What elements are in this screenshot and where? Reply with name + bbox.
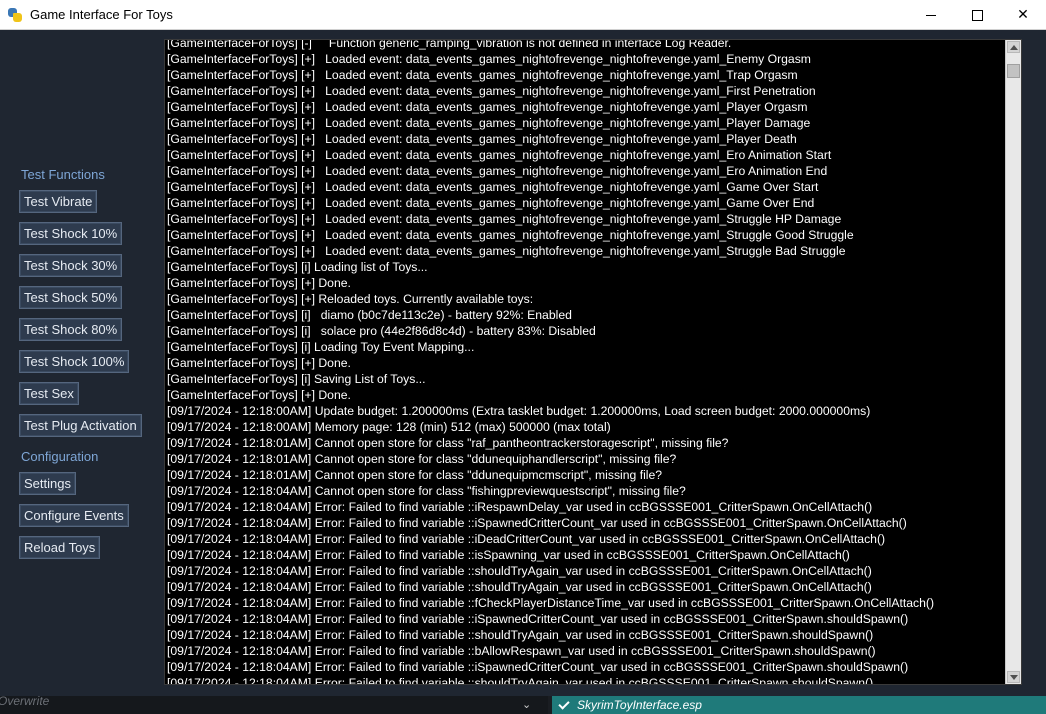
log-line: [GameInterfaceForToys] [+] Loaded event:… xyxy=(167,196,815,210)
log-line: [GameInterfaceForToys] [+] Loaded event:… xyxy=(167,84,816,98)
log-line: [09/17/2024 - 12:18:04AM] Error: Failed … xyxy=(167,516,907,530)
log-line: [GameInterfaceForToys] [+] Done. xyxy=(167,356,351,370)
background-panel: Overwrite xyxy=(0,694,548,714)
test-plug-activation-button[interactable]: Test Plug Activation xyxy=(19,414,142,437)
python-app-icon xyxy=(8,7,22,22)
close-button[interactable]: ✕ xyxy=(1000,0,1046,30)
test-shock-100-button[interactable]: Test Shock 100% xyxy=(19,350,130,373)
scroll-thumb[interactable] xyxy=(1007,64,1020,78)
log-lines: [GameInterfaceForToys] [-] Function gene… xyxy=(167,39,1003,685)
checkmark-icon xyxy=(558,700,569,711)
log-line: [09/17/2024 - 12:18:01AM] Cannot open st… xyxy=(167,452,677,466)
log-line: [GameInterfaceForToys] [+] Done. xyxy=(167,388,351,402)
log-line: [GameInterfaceForToys] [+] Loaded event:… xyxy=(167,52,811,66)
vertical-scrollbar[interactable] xyxy=(1005,40,1021,684)
log-line: [09/17/2024 - 12:18:04AM] Error: Failed … xyxy=(167,612,909,626)
window-controls: ✕ xyxy=(908,0,1046,30)
log-line: [GameInterfaceForToys] [+] Loaded event:… xyxy=(167,244,846,258)
test-shock-10-button[interactable]: Test Shock 10% xyxy=(19,222,123,245)
log-line: [GameInterfaceForToys] [i] diamo (b0c7de… xyxy=(167,308,572,322)
scroll-down-button[interactable] xyxy=(1007,671,1020,683)
log-line: [09/17/2024 - 12:18:04AM] Error: Failed … xyxy=(167,596,935,610)
background-app-strip: Overwrite ⌄ SkyrimToyInterface.esp xyxy=(0,694,1046,714)
window-title: Game Interface For Toys xyxy=(30,7,173,22)
plugin-file-name: SkyrimToyInterface.esp xyxy=(577,698,702,712)
chevron-down-icon[interactable]: ⌄ xyxy=(522,699,532,710)
log-line: [GameInterfaceForToys] [i] Loading Toy E… xyxy=(167,340,475,354)
log-line: [GameInterfaceForToys] [+] Done. xyxy=(167,276,351,290)
log-line: [GameInterfaceForToys] [+] Loaded event:… xyxy=(167,116,811,130)
arrow-down-icon xyxy=(1009,674,1018,680)
arrow-up-icon xyxy=(1009,44,1018,50)
log-console[interactable]: [GameInterfaceForToys] [-] Function gene… xyxy=(164,39,1022,685)
title-bar[interactable]: Game Interface For Toys ✕ xyxy=(0,0,1046,30)
minimize-icon xyxy=(926,14,936,16)
log-line: [GameInterfaceForToys] [i] Saving List o… xyxy=(167,372,426,386)
settings-button[interactable]: Settings xyxy=(19,472,76,495)
log-line: [GameInterfaceForToys] [-] Function gene… xyxy=(167,39,732,50)
sidebar: Test Functions Test Vibrate Test Shock 1… xyxy=(0,30,160,696)
minimize-button[interactable] xyxy=(908,0,954,30)
test-functions-label: Test Functions xyxy=(21,167,105,182)
log-line: [GameInterfaceForToys] [+] Loaded event:… xyxy=(167,148,832,162)
log-line: [GameInterfaceForToys] [+] Loaded event:… xyxy=(167,164,828,178)
configure-events-button[interactable]: Configure Events xyxy=(19,504,129,527)
log-line: [GameInterfaceForToys] [+] Loaded event:… xyxy=(167,132,797,146)
scroll-up-button[interactable] xyxy=(1007,41,1020,53)
log-line: [09/17/2024 - 12:18:04AM] Error: Failed … xyxy=(167,580,872,594)
log-line: [GameInterfaceForToys] [i] Loading list … xyxy=(167,260,428,274)
log-line: [09/17/2024 - 12:18:01AM] Cannot open st… xyxy=(167,436,729,450)
maximize-icon xyxy=(971,9,983,21)
reload-toys-button[interactable]: Reload Toys xyxy=(19,536,101,559)
log-line: [09/17/2024 - 12:18:00AM] Memory page: 1… xyxy=(167,420,611,434)
test-sex-button[interactable]: Test Sex xyxy=(19,382,79,405)
log-line: [09/17/2024 - 12:18:04AM] Error: Failed … xyxy=(167,532,886,546)
log-line: [GameInterfaceForToys] [i] solace pro (4… xyxy=(167,324,596,338)
configuration-label: Configuration xyxy=(21,449,99,464)
log-line: [09/17/2024 - 12:18:01AM] Cannot open st… xyxy=(167,468,663,482)
log-line: [09/17/2024 - 12:18:04AM] Error: Failed … xyxy=(167,644,876,658)
log-line: [09/17/2024 - 12:18:04AM] Error: Failed … xyxy=(167,628,874,642)
log-line: [09/17/2024 - 12:18:04AM] Error: Failed … xyxy=(167,564,872,578)
test-shock-30-button[interactable]: Test Shock 30% xyxy=(19,254,123,277)
log-line: [09/17/2024 - 12:18:04AM] Error: Failed … xyxy=(167,500,873,514)
maximize-button[interactable] xyxy=(954,0,1000,30)
log-line: [GameInterfaceForToys] [+] Loaded event:… xyxy=(167,180,819,194)
log-line: [09/17/2024 - 12:18:04AM] Error: Failed … xyxy=(167,548,850,562)
log-line: [09/17/2024 - 12:18:04AM] Error: Failed … xyxy=(167,676,874,685)
plugin-file-row[interactable]: SkyrimToyInterface.esp xyxy=(552,696,1046,714)
log-line: [GameInterfaceForToys] [+] Reloaded toys… xyxy=(167,292,534,306)
log-line: [09/17/2024 - 12:18:00AM] Update budget:… xyxy=(167,404,871,418)
log-line: [GameInterfaceForToys] [+] Loaded event:… xyxy=(167,228,854,242)
log-line: [GameInterfaceForToys] [+] Loaded event:… xyxy=(167,212,842,226)
test-vibrate-button[interactable]: Test Vibrate xyxy=(19,190,98,213)
test-shock-80-button[interactable]: Test Shock 80% xyxy=(19,318,123,341)
overwrite-label: Overwrite xyxy=(0,694,50,708)
test-shock-50-button[interactable]: Test Shock 50% xyxy=(19,286,123,309)
close-icon: ✕ xyxy=(1017,7,1029,23)
log-line: [GameInterfaceForToys] [+] Loaded event:… xyxy=(167,100,808,114)
log-line: [GameInterfaceForToys] [+] Loaded event:… xyxy=(167,68,798,82)
log-line: [09/17/2024 - 12:18:04AM] Cannot open st… xyxy=(167,484,686,498)
log-line: [09/17/2024 - 12:18:04AM] Error: Failed … xyxy=(167,660,909,674)
